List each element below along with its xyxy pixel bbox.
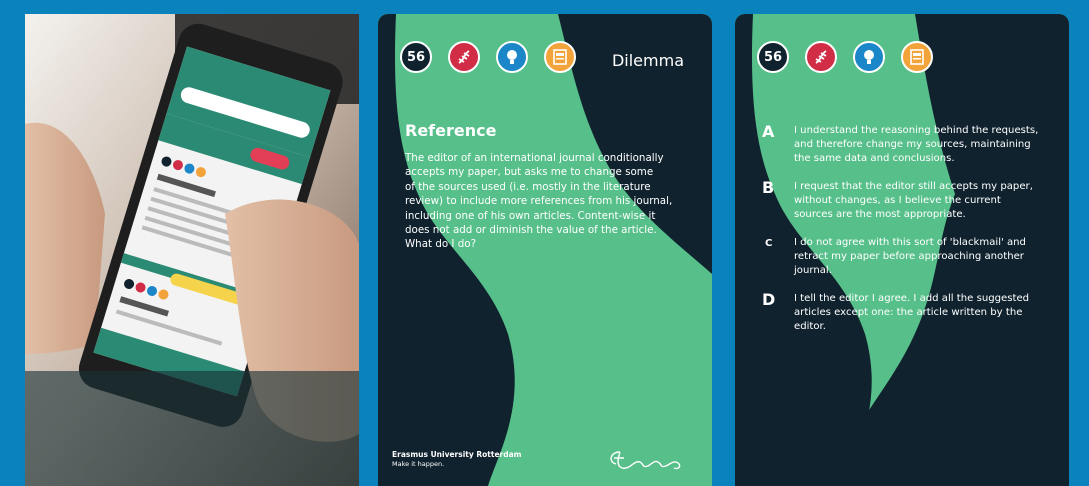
document-icon (901, 41, 933, 73)
option-text: I understand the reasoning behind the re… (794, 125, 1039, 164)
option-text: I tell the editor I agree. I add all the… (794, 293, 1030, 332)
university-name: Erasmus University Rotterdam (392, 450, 522, 459)
option-card: 56 Option A I understand the reasoning b… (735, 14, 1069, 486)
lightbulb-icon (853, 41, 885, 73)
university-tagline: Make it happen. (392, 460, 445, 468)
dark-overlay (25, 371, 359, 486)
lightbulb-icon (496, 41, 528, 73)
phone-photo (25, 14, 359, 486)
dilemma-title: Reference (405, 121, 497, 140)
option-letter: B (762, 178, 775, 197)
dilemma-card: 56 Dilemma Reference The editor of an in… (378, 14, 712, 486)
card-type-label: Dilemma (611, 51, 684, 70)
option-letter: A (762, 122, 775, 141)
card-number-badge: 56 (757, 41, 789, 73)
option-letter: C (765, 238, 773, 249)
card-type-label: Option (987, 51, 1041, 70)
erasmus-signature-logo (610, 451, 681, 470)
card-number-badge: 56 (400, 41, 432, 73)
option-text: I do not agree with this sort of 'blackm… (794, 237, 1026, 276)
option-text: I request that the editor still accepts … (794, 181, 1033, 220)
document-icon (544, 41, 576, 73)
dilemma-body: The editor of an international journal c… (405, 152, 673, 251)
dna-icon (448, 41, 480, 73)
option-letter: D (762, 290, 776, 309)
dna-icon (805, 41, 837, 73)
